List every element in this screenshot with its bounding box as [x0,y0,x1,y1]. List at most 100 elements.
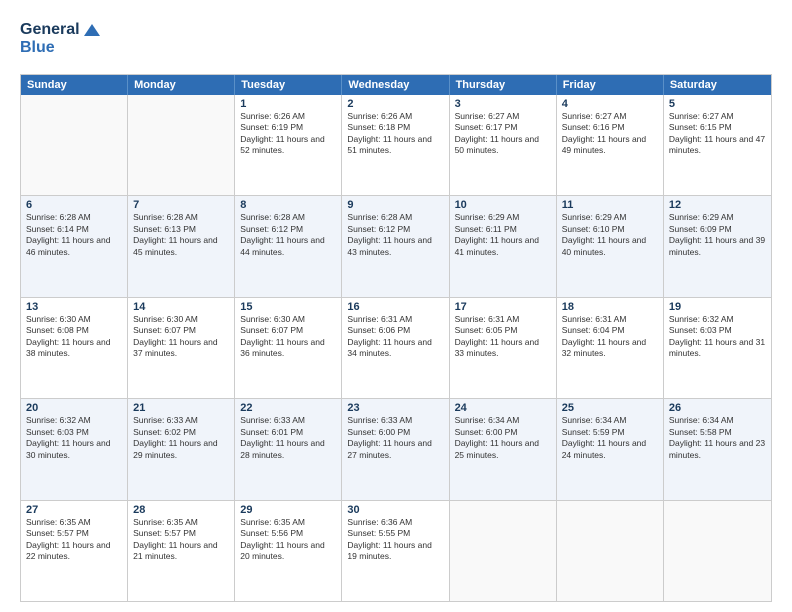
day-29: 29Sunrise: 6:35 AM Sunset: 5:56 PM Dayli… [235,501,342,601]
header-thursday: Thursday [450,75,557,95]
day-19: 19Sunrise: 6:32 AM Sunset: 6:03 PM Dayli… [664,298,771,398]
day-number: 26 [669,402,766,414]
day-number: 9 [347,199,443,211]
empty-cell-4-6 [664,501,771,601]
day-20: 20Sunrise: 6:32 AM Sunset: 6:03 PM Dayli… [21,399,128,499]
day-number: 22 [240,402,336,414]
day-number: 24 [455,402,551,414]
day-number: 18 [562,301,658,313]
header-monday: Monday [128,75,235,95]
day-info: Sunrise: 6:35 AM Sunset: 5:56 PM Dayligh… [240,517,336,563]
day-info: Sunrise: 6:29 AM Sunset: 6:10 PM Dayligh… [562,212,658,258]
svg-text:Blue: Blue [20,39,55,56]
calendar-body: 1Sunrise: 6:26 AM Sunset: 6:19 PM Daylig… [21,95,771,601]
day-18: 18Sunrise: 6:31 AM Sunset: 6:04 PM Dayli… [557,298,664,398]
day-info: Sunrise: 6:30 AM Sunset: 6:07 PM Dayligh… [240,314,336,360]
day-number: 6 [26,199,122,211]
page: General Blue SundayMondayTuesdayWednesda… [0,0,792,612]
day-number: 10 [455,199,551,211]
day-info: Sunrise: 6:28 AM Sunset: 6:13 PM Dayligh… [133,212,229,258]
header-sunday: Sunday [21,75,128,95]
day-number: 21 [133,402,229,414]
day-number: 30 [347,504,443,516]
logo-svg: General Blue [20,16,100,66]
day-info: Sunrise: 6:31 AM Sunset: 6:06 PM Dayligh… [347,314,443,360]
day-28: 28Sunrise: 6:35 AM Sunset: 5:57 PM Dayli… [128,501,235,601]
day-info: Sunrise: 6:29 AM Sunset: 6:11 PM Dayligh… [455,212,551,258]
day-info: Sunrise: 6:34 AM Sunset: 5:59 PM Dayligh… [562,415,658,461]
day-number: 4 [562,98,658,110]
day-12: 12Sunrise: 6:29 AM Sunset: 6:09 PM Dayli… [664,196,771,296]
day-info: Sunrise: 6:27 AM Sunset: 6:16 PM Dayligh… [562,111,658,157]
day-number: 11 [562,199,658,211]
svg-text:General: General [20,21,80,38]
day-number: 1 [240,98,336,110]
week-row-1: 1Sunrise: 6:26 AM Sunset: 6:19 PM Daylig… [21,95,771,195]
week-row-2: 6Sunrise: 6:28 AM Sunset: 6:14 PM Daylig… [21,195,771,296]
day-3: 3Sunrise: 6:27 AM Sunset: 6:17 PM Daylig… [450,95,557,195]
day-25: 25Sunrise: 6:34 AM Sunset: 5:59 PM Dayli… [557,399,664,499]
day-info: Sunrise: 6:36 AM Sunset: 5:55 PM Dayligh… [347,517,443,563]
day-info: Sunrise: 6:34 AM Sunset: 6:00 PM Dayligh… [455,415,551,461]
day-9: 9Sunrise: 6:28 AM Sunset: 6:12 PM Daylig… [342,196,449,296]
day-info: Sunrise: 6:30 AM Sunset: 6:08 PM Dayligh… [26,314,122,360]
day-24: 24Sunrise: 6:34 AM Sunset: 6:00 PM Dayli… [450,399,557,499]
day-info: Sunrise: 6:35 AM Sunset: 5:57 PM Dayligh… [26,517,122,563]
day-6: 6Sunrise: 6:28 AM Sunset: 6:14 PM Daylig… [21,196,128,296]
day-27: 27Sunrise: 6:35 AM Sunset: 5:57 PM Dayli… [21,501,128,601]
day-number: 17 [455,301,551,313]
day-23: 23Sunrise: 6:33 AM Sunset: 6:00 PM Dayli… [342,399,449,499]
day-info: Sunrise: 6:33 AM Sunset: 6:01 PM Dayligh… [240,415,336,461]
day-info: Sunrise: 6:31 AM Sunset: 6:05 PM Dayligh… [455,314,551,360]
day-number: 19 [669,301,766,313]
day-info: Sunrise: 6:32 AM Sunset: 6:03 PM Dayligh… [26,415,122,461]
day-info: Sunrise: 6:26 AM Sunset: 6:19 PM Dayligh… [240,111,336,157]
empty-cell-4-5 [557,501,664,601]
day-number: 3 [455,98,551,110]
day-4: 4Sunrise: 6:27 AM Sunset: 6:16 PM Daylig… [557,95,664,195]
week-row-4: 20Sunrise: 6:32 AM Sunset: 6:03 PM Dayli… [21,398,771,499]
day-number: 20 [26,402,122,414]
day-number: 12 [669,199,766,211]
day-number: 25 [562,402,658,414]
day-1: 1Sunrise: 6:26 AM Sunset: 6:19 PM Daylig… [235,95,342,195]
day-info: Sunrise: 6:27 AM Sunset: 6:17 PM Dayligh… [455,111,551,157]
day-10: 10Sunrise: 6:29 AM Sunset: 6:11 PM Dayli… [450,196,557,296]
week-row-3: 13Sunrise: 6:30 AM Sunset: 6:08 PM Dayli… [21,297,771,398]
header-wednesday: Wednesday [342,75,449,95]
day-info: Sunrise: 6:33 AM Sunset: 6:00 PM Dayligh… [347,415,443,461]
day-5: 5Sunrise: 6:27 AM Sunset: 6:15 PM Daylig… [664,95,771,195]
day-30: 30Sunrise: 6:36 AM Sunset: 5:55 PM Dayli… [342,501,449,601]
day-number: 16 [347,301,443,313]
day-info: Sunrise: 6:34 AM Sunset: 5:58 PM Dayligh… [669,415,766,461]
day-info: Sunrise: 6:32 AM Sunset: 6:03 PM Dayligh… [669,314,766,360]
day-number: 14 [133,301,229,313]
day-info: Sunrise: 6:29 AM Sunset: 6:09 PM Dayligh… [669,212,766,258]
header: General Blue [20,16,772,66]
day-number: 29 [240,504,336,516]
day-22: 22Sunrise: 6:33 AM Sunset: 6:01 PM Dayli… [235,399,342,499]
day-info: Sunrise: 6:33 AM Sunset: 6:02 PM Dayligh… [133,415,229,461]
day-info: Sunrise: 6:26 AM Sunset: 6:18 PM Dayligh… [347,111,443,157]
day-2: 2Sunrise: 6:26 AM Sunset: 6:18 PM Daylig… [342,95,449,195]
day-13: 13Sunrise: 6:30 AM Sunset: 6:08 PM Dayli… [21,298,128,398]
day-number: 7 [133,199,229,211]
day-info: Sunrise: 6:35 AM Sunset: 5:57 PM Dayligh… [133,517,229,563]
day-number: 27 [26,504,122,516]
day-number: 13 [26,301,122,313]
day-number: 2 [347,98,443,110]
day-number: 15 [240,301,336,313]
empty-cell-0-0 [21,95,128,195]
day-info: Sunrise: 6:28 AM Sunset: 6:12 PM Dayligh… [347,212,443,258]
week-row-5: 27Sunrise: 6:35 AM Sunset: 5:57 PM Dayli… [21,500,771,601]
header-friday: Friday [557,75,664,95]
day-17: 17Sunrise: 6:31 AM Sunset: 6:05 PM Dayli… [450,298,557,398]
day-21: 21Sunrise: 6:33 AM Sunset: 6:02 PM Dayli… [128,399,235,499]
empty-cell-4-4 [450,501,557,601]
day-11: 11Sunrise: 6:29 AM Sunset: 6:10 PM Dayli… [557,196,664,296]
day-26: 26Sunrise: 6:34 AM Sunset: 5:58 PM Dayli… [664,399,771,499]
day-number: 28 [133,504,229,516]
day-14: 14Sunrise: 6:30 AM Sunset: 6:07 PM Dayli… [128,298,235,398]
empty-cell-0-1 [128,95,235,195]
day-7: 7Sunrise: 6:28 AM Sunset: 6:13 PM Daylig… [128,196,235,296]
